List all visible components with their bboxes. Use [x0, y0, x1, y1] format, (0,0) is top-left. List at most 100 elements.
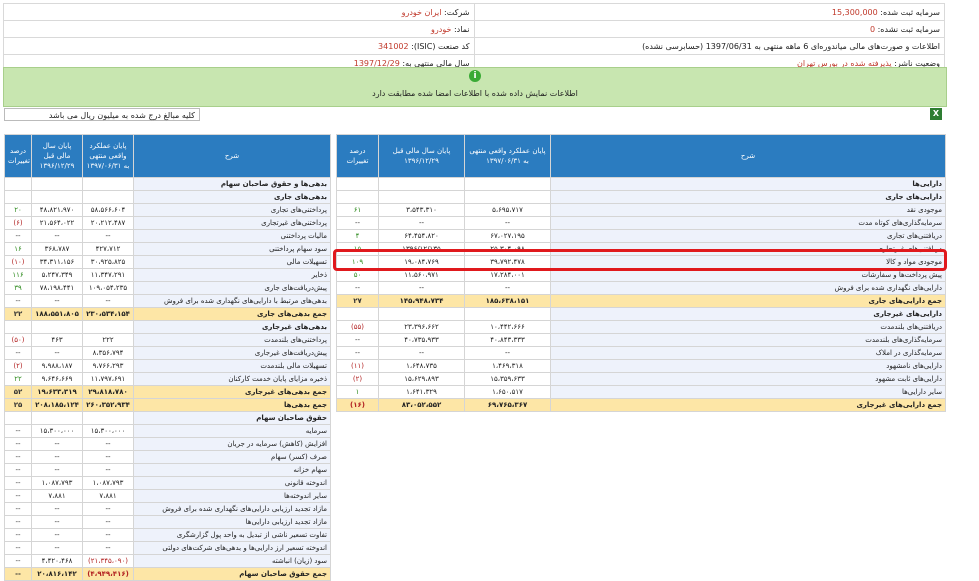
- prev-year-cell: [31, 190, 83, 204]
- change-cell: --: [4, 346, 32, 360]
- section-row: دارایی‌های غیرجاری: [336, 307, 946, 321]
- change-cell: --: [336, 333, 379, 347]
- change-cell: --: [336, 346, 379, 360]
- prev-year-cell: ۳،۵۴۳،۳۱۰: [378, 203, 465, 217]
- description-cell: جمع بدهی‌های غیرجاری: [133, 385, 331, 399]
- actual-cell: ۱،۰۸۷،۷۹۳: [82, 476, 134, 490]
- header-change: درصد تغییرات: [336, 134, 379, 178]
- actual-cell: ۱۱،۷۹۷،۶۹۱: [82, 372, 134, 386]
- change-cell: ۲۲: [4, 307, 32, 321]
- table-row: ۱۶ ۳۶۸،۷۸۷ ۴۲۷،۷۱۲ سود سهام پرداختنی: [4, 242, 331, 256]
- actual-cell: ۲۲۲: [82, 333, 134, 347]
- prev-year-cell: ۱،۶۴۱،۳۲۹: [378, 385, 465, 399]
- change-cell: ۵۰: [336, 268, 379, 282]
- actual-cell: --: [464, 281, 551, 295]
- prev-year-cell: --: [31, 346, 83, 360]
- change-cell: (۵۰): [4, 333, 32, 347]
- change-cell: (۱۰): [4, 255, 32, 269]
- description-cell: ذخیره مزایای پایان خدمت کارکنان: [133, 372, 331, 386]
- excel-export-icon[interactable]: X: [930, 108, 942, 120]
- description-cell: سهام خزانه: [133, 463, 331, 477]
- header-actual: پایان عملکرد واقعی منتهی به ۱۳۹۷/۰۶/۳۱: [464, 134, 551, 178]
- prev-year-cell: --: [31, 502, 83, 516]
- prev-year-cell: --: [31, 528, 83, 542]
- actual-cell: ۱۰۹،۰۵۴،۲۳۵: [82, 281, 134, 295]
- table-row: -- -- -- افزایش (کاهش) سرمایه در جریان: [4, 437, 331, 451]
- section-row: بدهی‌ها و حقوق صاحبان سهام: [4, 177, 331, 191]
- total-row: ۲۲ ۱۸۸،۵۵۱،۸۰۵ ۲۳۰،۵۳۴،۱۵۴ جمع بدهی‌های جار…: [4, 307, 331, 321]
- actual-cell: --: [82, 528, 134, 542]
- change-cell: --: [4, 567, 32, 581]
- prev-year-cell: ۲۰۸،۱۸۵،۱۲۴: [31, 398, 83, 412]
- description-cell: دارایی‌های غیرجاری: [550, 307, 946, 321]
- liabilities-table: درصد تغییرات پایان سال مالی قبل ۱۳۹۶/۱۲/…: [4, 134, 331, 581]
- actual-cell: --: [464, 216, 551, 230]
- description-cell: سرمایه‌گذاری در املاک: [550, 346, 946, 360]
- description-cell: پیش پرداخت‌ها و سفارشات: [550, 268, 946, 282]
- prev-year-cell: --: [31, 450, 83, 464]
- change-cell: ۱۶: [4, 242, 32, 256]
- change-cell: --: [4, 424, 32, 438]
- prev-year-cell: [31, 177, 83, 191]
- description-cell: جمع بدهی‌ها: [133, 398, 331, 412]
- actual-cell: ۱۰،۴۴۲،۶۶۶: [464, 320, 551, 334]
- header-description: شرح: [550, 134, 946, 178]
- change-cell: (۱۶): [336, 398, 379, 412]
- table-row: ۱۰۹ ۱۹،۰۸۴،۷۶۹ ۳۹،۷۹۲،۴۷۸ موجودی مواد و کال…: [336, 255, 946, 269]
- actual-cell: [82, 320, 134, 334]
- table-row: ۱۱۶ ۵،۲۴۷،۳۴۹ ۱۱،۳۴۷،۲۹۱ ذخایر: [4, 268, 331, 282]
- prev-year-cell: --: [378, 346, 465, 360]
- prev-year-cell: [378, 190, 465, 204]
- prev-year-cell: ۸۳،۰۵۲،۵۵۲: [378, 398, 465, 412]
- actual-cell: --: [82, 502, 134, 516]
- actual-cell: --: [82, 294, 134, 308]
- description-cell: دریافتنی‌های بلندمدت: [550, 320, 946, 334]
- actual-cell: ۲۹،۸۱۸،۷۸۰: [82, 385, 134, 399]
- description-cell: دارایی‌های نامشهود: [550, 359, 946, 373]
- description-cell: پرداختنی‌های بلندمدت: [133, 333, 331, 347]
- change-cell: [336, 307, 379, 321]
- description-cell: پیش‌دریافت‌های غیرجاری: [133, 346, 331, 360]
- change-cell: [4, 177, 32, 191]
- actual-cell: --: [82, 463, 134, 477]
- description-cell: جمع دارایی‌های جاری: [550, 294, 946, 308]
- actual-cell: ۶۷،۰۲۷،۱۹۵: [464, 229, 551, 243]
- change-cell: [4, 320, 32, 334]
- description-cell: سرمایه: [133, 424, 331, 438]
- total-row: -- ۲۰،۸۱۶،۱۴۲ (۴،۹۴۹،۴۱۶) جمع حقوق صاحبان س…: [4, 567, 331, 581]
- change-cell: --: [336, 281, 379, 295]
- change-cell: (۲): [336, 372, 379, 386]
- table-row: ۲۲ ۹،۶۴۶،۶۶۹ ۱۱،۷۹۷،۶۹۱ ذخیره مزایای پایان …: [4, 372, 331, 386]
- actual-cell: --: [464, 346, 551, 360]
- change-cell: ۶۱: [336, 203, 379, 217]
- prev-year-cell: ۳۴،۳۱۱،۱۵۶: [31, 255, 83, 269]
- prev-year-cell: ۴۶۳: [31, 333, 83, 347]
- table-row: -- -- -- دارایی‌های نگهداری شده برای فروش: [336, 281, 946, 295]
- description-cell: دارایی‌ها: [550, 177, 946, 191]
- description-cell: دریافتنی‌های تجاری: [550, 229, 946, 243]
- symbol-cell: نماد: خودرو: [3, 20, 475, 38]
- description-cell: جمع بدهی‌های جاری: [133, 307, 331, 321]
- header-description: شرح: [133, 134, 331, 178]
- table-row: -- -- -- مازاد تجدید ارزیابی دارایی‌ها: [4, 515, 331, 529]
- actual-cell: --: [82, 515, 134, 529]
- table-row: ۶۱ ۳،۵۴۳،۳۱۰ ۵،۶۹۵،۷۱۷ موجودی نقد: [336, 203, 946, 217]
- table-row: -- ۱،۰۸۷،۷۹۳ ۱،۰۸۷،۷۹۳ اندوخته قانونی: [4, 476, 331, 490]
- table-row: ۴ ۶۴،۴۵۴،۸۲۰ ۶۷،۰۲۷،۱۹۵ دریافتنی‌های تجاری: [336, 229, 946, 243]
- change-cell: ۲۲: [4, 372, 32, 386]
- table-row: ۵۰ ۱۱،۵۶۰،۹۷۱ ۱۷،۲۸۴،۰۰۱ پیش پرداخت‌ها و سف…: [336, 268, 946, 282]
- description-cell: سرمایه‌گذاری‌های کوتاه مدت: [550, 216, 946, 230]
- capital-unregistered-cell: سرمایه ثبت نشده: 0: [473, 20, 945, 38]
- header-prev-year: پایان سال مالی قبل ۱۳۹۶/۱۲/۲۹: [378, 134, 465, 178]
- table-row: -- -- -- مازاد تجدید ارزیابی دارایی‌های نگه…: [4, 502, 331, 516]
- change-cell: [4, 411, 32, 425]
- actual-cell: ۱۵،۳۰۰،۰۰۰: [82, 424, 134, 438]
- company-value[interactable]: ایران خودرو: [402, 8, 442, 17]
- description-cell: بدهی‌های غیرجاری: [133, 320, 331, 334]
- header-change: درصد تغییرات: [4, 134, 32, 178]
- symbol-value[interactable]: خودرو: [431, 25, 451, 34]
- units-note: کلیه مبالغ درج شده به میلیون ریال می باش…: [4, 108, 200, 121]
- description-cell: دارایی‌های جاری: [550, 190, 946, 204]
- section-row: بدهی‌های جاری: [4, 190, 331, 204]
- table-row: (۲) ۱۵،۶۲۹،۸۹۳ ۱۵،۳۵۹،۶۳۳ دارایی‌های ثابت م…: [336, 372, 946, 386]
